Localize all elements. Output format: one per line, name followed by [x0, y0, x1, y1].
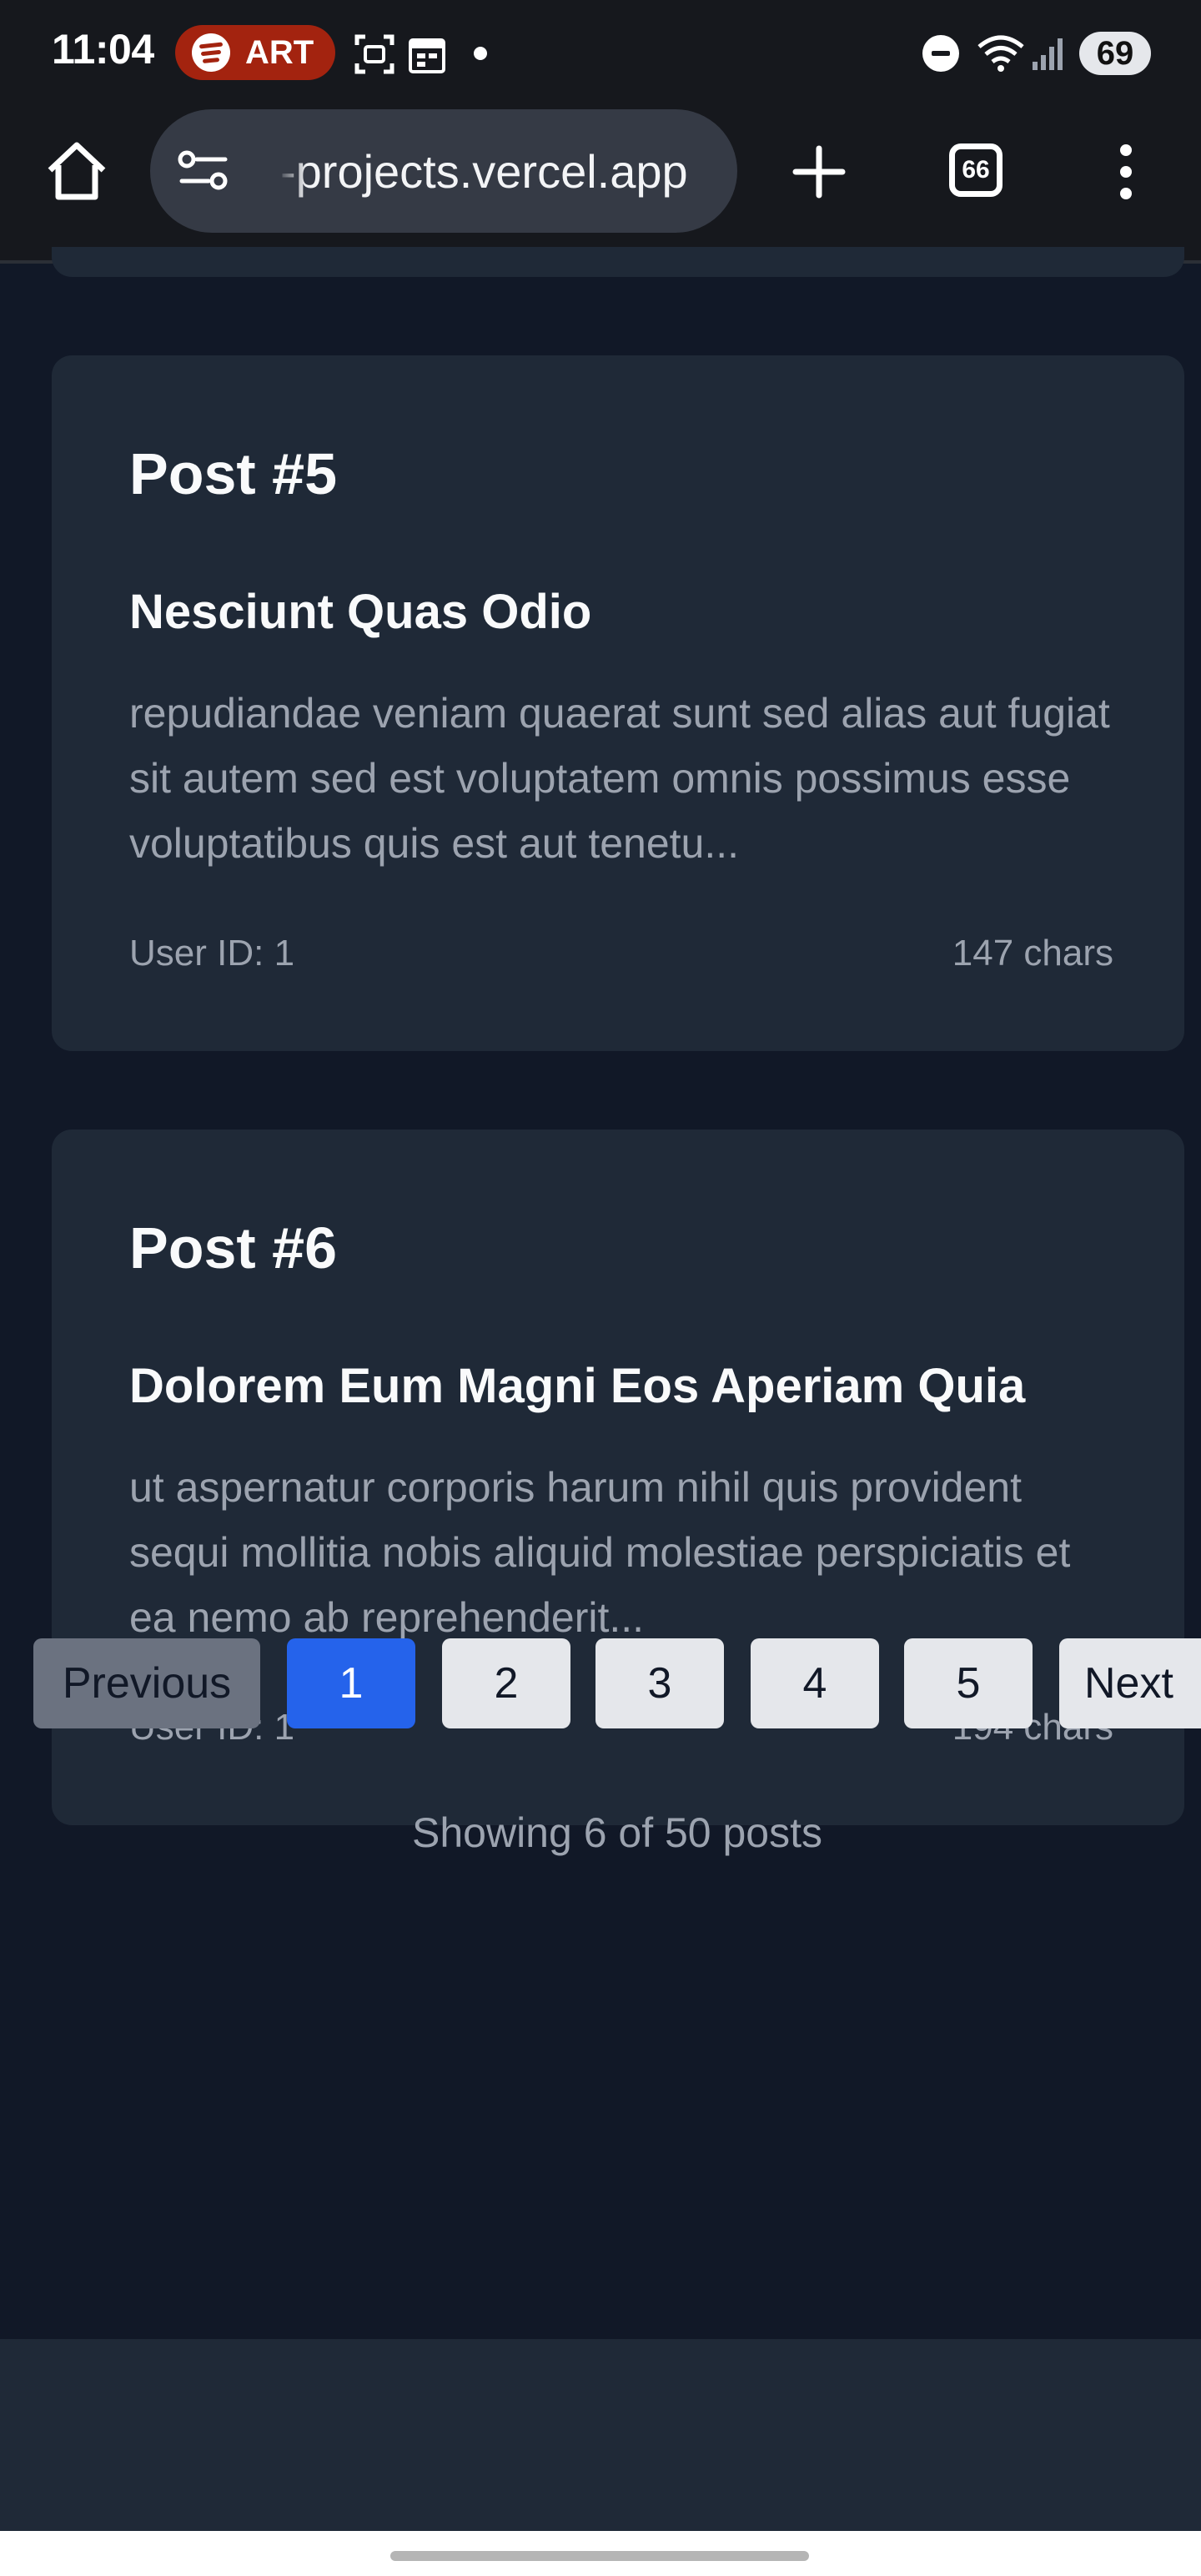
post-title: Nesciunt Quas Odio	[129, 585, 592, 639]
post-number: Post #6	[129, 1215, 337, 1280]
page-button-4[interactable]: 4	[751, 1638, 879, 1728]
spotify-media-pill[interactable]: ART	[175, 25, 335, 80]
home-icon[interactable]	[43, 138, 110, 205]
spotify-icon	[192, 33, 230, 72]
previous-post-card[interactable]	[52, 247, 1184, 277]
post-excerpt: repudiandae veniam quaerat sunt sed alia…	[129, 690, 1110, 867]
post-excerpt: ut aspernatur corporis harum nihil quis …	[129, 1464, 1071, 1641]
page-footer	[0, 2339, 1201, 2531]
cellular-signal-icon	[1033, 38, 1063, 70]
pagination: Previous 1 2 3 4 5 Next	[0, 1638, 1201, 1730]
site-settings-icon[interactable]	[177, 149, 230, 193]
url-text: -projects.vercel.app	[280, 145, 688, 198]
post-number: Post #5	[129, 441, 337, 506]
notification-dot-icon	[474, 47, 487, 60]
system-navigation-bar	[0, 2531, 1201, 2576]
posts-page: Post #5 Nesciunt Quas Odio repudiandae v…	[0, 247, 1201, 2339]
do-not-disturb-icon	[922, 35, 959, 72]
page-button-2[interactable]: 2	[442, 1638, 570, 1728]
next-page-button[interactable]: Next	[1059, 1638, 1201, 1728]
address-bar[interactable]: -projects.vercel.app	[150, 109, 737, 233]
posts-count-text: Showing 6 of 50 posts	[412, 1809, 822, 1856]
page-button-5[interactable]: 5	[904, 1638, 1033, 1728]
gesture-handle[interactable]	[390, 2551, 809, 2561]
post-user-id: User ID: 1	[129, 933, 295, 974]
new-tab-icon[interactable]	[791, 143, 847, 200]
previous-page-button[interactable]: Previous	[33, 1638, 260, 1728]
status-time: 11:04	[52, 26, 154, 73]
post-title: Dolorem Eum Magni Eos Aperiam Quia	[129, 1359, 1026, 1413]
browser-toolbar: -projects.vercel.app 66	[0, 107, 1201, 264]
media-label: ART	[245, 34, 314, 71]
post-meta: User ID: 1 147 chars	[129, 933, 1113, 974]
status-bar: 11:04 ART 69	[0, 0, 1201, 107]
battery-indicator: 69	[1079, 32, 1151, 75]
post-card[interactable]: Post #5 Nesciunt Quas Odio repudiandae v…	[52, 355, 1184, 1051]
wifi-icon	[977, 35, 1024, 72]
page-button-1[interactable]: 1	[287, 1638, 415, 1728]
page-button-3[interactable]: 3	[595, 1638, 724, 1728]
screenshot-icon	[354, 34, 394, 74]
more-menu-icon[interactable]	[1109, 143, 1143, 200]
post-char-count: 147 chars	[952, 933, 1113, 974]
calendar-icon	[409, 38, 445, 73]
tab-switcher-button[interactable]: 66	[949, 143, 1003, 197]
